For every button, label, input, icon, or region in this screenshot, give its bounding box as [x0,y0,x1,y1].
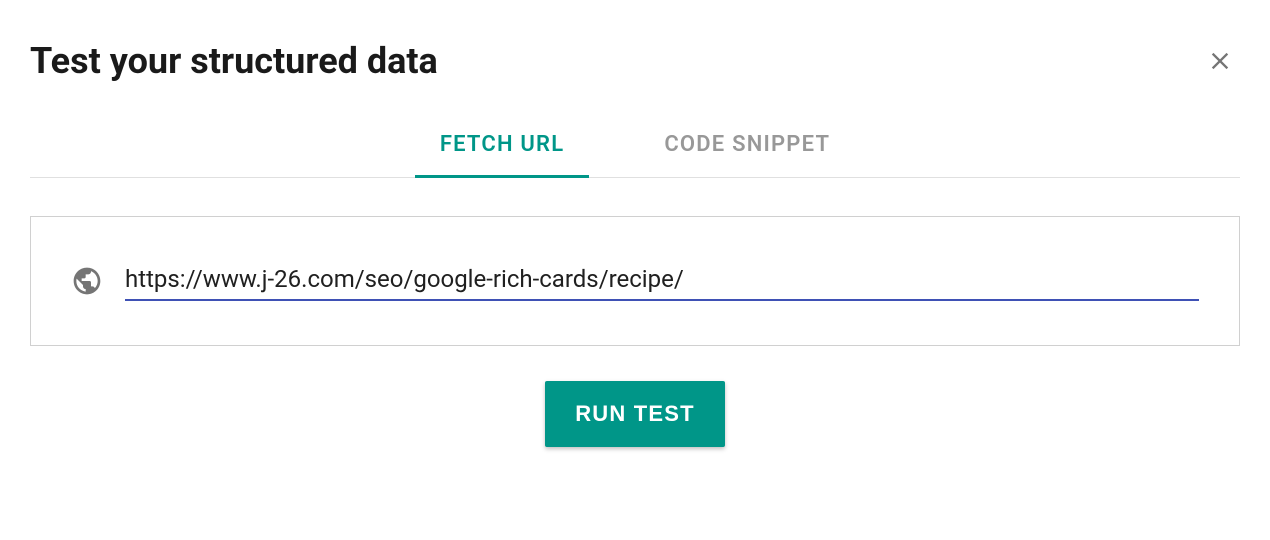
tab-code-snippet[interactable]: CODE SNIPPET [639,117,855,177]
globe-icon [71,265,103,297]
url-input-container [30,216,1240,346]
tab-fetch-url[interactable]: FETCH URL [415,117,590,178]
page-title: Test your structured data [30,40,438,82]
close-button[interactable] [1200,41,1240,81]
run-test-button[interactable]: RUN TEST [545,381,725,447]
tab-bar: FETCH URL CODE SNIPPET [30,117,1240,178]
url-input[interactable] [125,261,1199,301]
close-icon [1206,47,1234,75]
